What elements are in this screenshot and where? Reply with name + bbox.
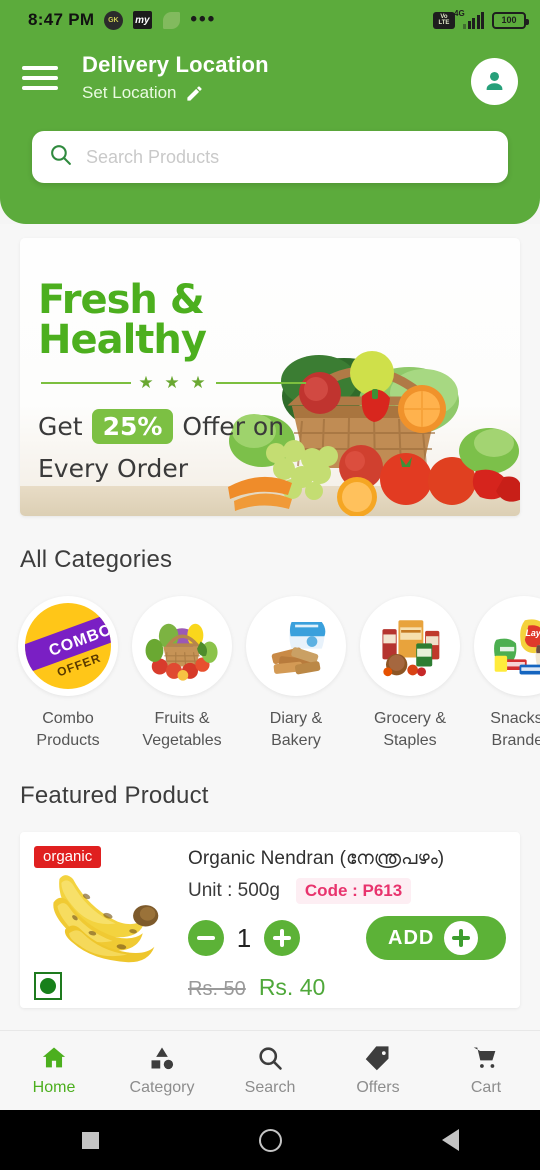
- add-button-label: ADD: [388, 926, 435, 949]
- promo-banner[interactable]: Fresh & Healthy ★ ★ ★ Get 25% Offer on E…: [20, 238, 520, 516]
- category-label: Fruits & Vegetables: [142, 710, 222, 749]
- quantity-value: 1: [236, 922, 252, 953]
- banner-stars: ★ ★ ★: [138, 373, 209, 392]
- category-item-snacks-branded[interactable]: Lays Snacks &Branded.: [474, 596, 540, 752]
- nav-item-category[interactable]: Category: [108, 1044, 216, 1097]
- app-screen: 8:47 PM GK my ••• Vo LTE 4G 100 Delivery: [0, 0, 540, 1170]
- product-unit: Unit : 500g: [188, 880, 280, 901]
- banner-text-block: Fresh & Healthy ★ ★ ★ Get 25% Offer on E…: [38, 280, 338, 483]
- plus-icon: [444, 921, 479, 955]
- network-type-label: 4G: [454, 8, 465, 18]
- category-label: Combo Products: [36, 710, 100, 749]
- category-item-combo-products[interactable]: COMBO OFFER Combo Products: [18, 596, 118, 752]
- bottom-navigation[interactable]: Home Category Search Offers Cart: [0, 1030, 540, 1110]
- product-code-badge: Code : P613: [295, 878, 412, 904]
- home-icon: [42, 1047, 66, 1068]
- hamburger-menu-icon[interactable]: [22, 52, 66, 96]
- search-icon: [259, 1047, 282, 1070]
- banner-offer-line: Get 25% Offer on: [38, 409, 338, 444]
- status-bar-left: 8:47 PM GK my •••: [28, 10, 216, 30]
- volte-bottom-text: LTE: [438, 20, 450, 26]
- category-list[interactable]: COMBO OFFER Combo Products Fruits & Vege…: [0, 574, 540, 752]
- category-label: Grocery & Staples: [373, 710, 446, 749]
- minus-icon[interactable]: [188, 920, 224, 956]
- category-item-diary-bakery[interactable]: Diary & Bakery: [246, 596, 346, 752]
- status-bar-time: 8:47 PM: [28, 10, 95, 29]
- category-item-fruits-vegetables[interactable]: Fruits & Vegetables: [132, 596, 232, 752]
- product-new-price: Rs. 40: [258, 974, 326, 1000]
- pencil-edit-icon[interactable]: [185, 84, 204, 103]
- search-icon: [48, 142, 73, 172]
- banner-percent-badge: 25%: [91, 409, 174, 444]
- category-label: Diary & Bakery: [269, 710, 323, 749]
- grocery-staples-packets-image: [360, 596, 460, 696]
- nav-label: Offers: [356, 1079, 400, 1096]
- nav-label: Cart: [470, 1079, 502, 1096]
- recents-square-icon[interactable]: [55, 1120, 125, 1160]
- nav-label: Search: [244, 1079, 296, 1096]
- header-title: Delivery Location: [82, 52, 269, 77]
- veg-indicator-icon: [34, 972, 62, 1000]
- svg-text:Lays: Lays: [525, 628, 540, 638]
- organic-badge: organic: [34, 846, 102, 868]
- plus-icon[interactable]: [264, 920, 300, 956]
- product-image-wrap: organic: [34, 846, 174, 1000]
- all-categories-title: All Categories: [20, 546, 173, 573]
- back-triangle-icon[interactable]: [415, 1120, 485, 1160]
- battery-icon: 100: [492, 11, 529, 29]
- product-info: Organic Nendran (നേന്ത്രപഴം) Unit : 500g…: [188, 846, 506, 1000]
- product-old-price: Rs. 50: [188, 978, 246, 1000]
- signal-strength-icon: 4G: [454, 9, 484, 29]
- search-bar[interactable]: [32, 131, 508, 183]
- add-to-cart-button[interactable]: ADD: [366, 916, 506, 960]
- nav-item-offers[interactable]: Offers: [324, 1044, 432, 1097]
- set-location-label: Set Location: [82, 83, 177, 102]
- quantity-stepper[interactable]: 1: [188, 920, 300, 956]
- set-location-row[interactable]: Set Location: [82, 83, 471, 103]
- category-shapes-icon: [151, 1047, 174, 1070]
- featured-product-card[interactable]: organic Organic Nendran (നേന്ത്രപഴം) Uni…: [20, 832, 520, 1008]
- dairy-bakery-bread-image: [246, 596, 346, 696]
- nav-item-search[interactable]: Search: [216, 1044, 324, 1097]
- banner-every-order-label: Every Order: [38, 454, 189, 483]
- featured-product-title: Featured Product: [20, 782, 209, 809]
- app-header: Delivery Location Set Location: [0, 40, 540, 224]
- tag-offer-icon: [365, 1046, 389, 1071]
- main-content: Fresh & Healthy ★ ★ ★ Get 25% Offer on E…: [0, 224, 540, 1030]
- search-input[interactable]: [86, 146, 492, 168]
- banner-headline: Fresh & Healthy: [38, 277, 207, 363]
- nav-label: Category: [129, 1079, 195, 1096]
- shopping-cart-icon: [473, 1047, 496, 1068]
- search-section: [32, 131, 508, 183]
- delivery-location-block[interactable]: Delivery Location Set Location: [66, 52, 471, 103]
- combo-offer-badge-image: COMBO OFFER: [18, 596, 118, 696]
- volte-icon: Vo LTE: [433, 11, 455, 29]
- leaf-notification-icon: [161, 10, 181, 30]
- product-name: Organic Nendran (നേന്ത്രപഴം): [188, 848, 445, 869]
- home-circle-icon[interactable]: [235, 1120, 305, 1160]
- notification-overflow-icon: •••: [190, 9, 217, 30]
- banner-get-label: Get: [38, 412, 83, 441]
- fruits-vegetables-basket-image: [132, 596, 232, 696]
- banner-offer-on-label: Offer on: [182, 412, 285, 441]
- status-bar-right: Vo LTE 4G 100: [433, 9, 529, 29]
- person-avatar-icon[interactable]: [471, 58, 518, 105]
- status-bar: 8:47 PM GK my ••• Vo LTE 4G 100: [0, 0, 540, 40]
- gk-notification-icon: GK: [103, 10, 123, 30]
- system-navigation-bar[interactable]: [0, 1110, 540, 1170]
- category-label: Snacks &Branded.: [490, 710, 540, 749]
- category-item-grocery-staples[interactable]: Grocery & Staples: [360, 596, 460, 752]
- my-notification-icon: my: [132, 10, 152, 30]
- nav-label: Home: [32, 1079, 76, 1096]
- battery-level: 100: [501, 15, 517, 25]
- nav-item-cart[interactable]: Cart: [432, 1044, 540, 1097]
- snacks-branded-packets-image: Lays: [474, 596, 540, 696]
- nav-item-home[interactable]: Home: [0, 1044, 108, 1097]
- banner-star-divider: ★ ★ ★: [41, 373, 307, 393]
